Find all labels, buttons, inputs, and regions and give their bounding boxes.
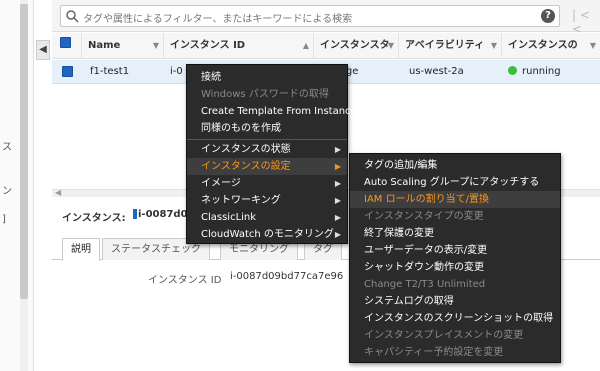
submenu-arrow-icon: ▶ [334, 230, 341, 239]
cell-instance-state: running [508, 60, 561, 84]
sort-icon: ▼ [490, 41, 497, 50]
instance-settings-submenu: タグの追加/編集 Auto Scaling グループにアタッチする IAM ロー… [349, 153, 561, 363]
nav-fragment: ン [2, 186, 12, 197]
menu-item-create-template[interactable]: Create Template From Instance [187, 103, 357, 120]
row-checkbox[interactable] [62, 66, 73, 77]
submenu-item-iam-role[interactable]: IAM ロールの割り当て/置換 [350, 191, 560, 208]
submenu-item-t2-t3-unlimited: Change T2/T3 Unlimited [364, 279, 486, 290]
column-header-name[interactable]: Name ▼ [82, 33, 164, 59]
sort-icon: ▼ [387, 41, 394, 50]
submenu-item-system-log[interactable]: システムログの取得 [350, 293, 560, 310]
menu-item-connect[interactable]: 接続 [187, 69, 347, 86]
submenu-item-shutdown-behavior[interactable]: シャットダウン動作の変更 [350, 259, 560, 276]
sort-icon: ▼ [152, 41, 159, 50]
collapse-panel-button[interactable]: ◀ [36, 40, 50, 60]
submenu-arrow-icon: ▶ [334, 213, 341, 222]
select-all-checkbox-cell[interactable] [52, 33, 82, 59]
pagination-first-prev[interactable]: |< < [572, 8, 600, 36]
submenu-item-screenshot[interactable]: インスタンスのスクリーンショットの取得 [350, 310, 560, 327]
menu-item-instance-settings[interactable]: インスタンスの設定 ▶ [187, 158, 347, 175]
submenu-arrow-icon: ▶ [334, 179, 341, 188]
submenu-arrow-icon: ▶ [334, 196, 341, 205]
submenu-item-capacity-reservation: キャパシティー予約設定を変更 [364, 347, 504, 358]
submenu-item-change-instance-type: インスタンスタイプの変更 [364, 211, 484, 222]
selection-marker-icon [133, 209, 137, 219]
running-status-icon [508, 66, 517, 75]
column-header-instance-state[interactable]: インスタンスの ▼ [502, 33, 600, 59]
menu-item-cloudwatch-monitoring[interactable]: CloudWatch のモニタリング ▶ [187, 226, 347, 243]
filter-bar: タグや属性によるフィルター、またはキーワードによる検索 ? |< < [52, 0, 600, 36]
left-scroll-thumb[interactable] [20, 4, 28, 299]
menu-item-classiclink[interactable]: ClassicLink ▶ [187, 209, 347, 226]
sort-asc-icon: ▲ [302, 41, 309, 50]
search-placeholder: タグや属性によるフィルター、またはキーワードによる検索 [83, 14, 353, 25]
instance-label: インスタンス: [62, 213, 126, 224]
cell-availability-zone: us-west-2a [409, 66, 464, 77]
submenu-item-termination-protection[interactable]: 終了保護の変更 [350, 225, 560, 242]
sort-icon: ▼ [589, 41, 596, 50]
table-header: Name ▼ インスタンス ID ▲ インスタンスタ ▼ アベイラビリティ ▼ インスタ… [52, 33, 600, 59]
submenu-arrow-icon: ▶ [334, 162, 341, 171]
search-input[interactable]: タグや属性によるフィルター、またはキーワードによる検索 ? [60, 5, 560, 27]
submenu-item-placement: インスタンスプレイスメントの変更 [364, 330, 524, 341]
column-header-instance-type[interactable]: インスタンスタ ▼ [314, 33, 399, 59]
help-icon[interactable]: ? [541, 9, 555, 23]
menu-item-networking[interactable]: ネットワーキング ▶ [187, 192, 347, 209]
row-checkbox-cell[interactable] [62, 60, 73, 84]
submenu-arrow-icon: ▶ [334, 145, 341, 154]
tab-description[interactable]: 説明 [62, 238, 100, 261]
column-header-instance-id[interactable]: インスタンス ID ▲ [164, 33, 314, 59]
scroll-left-icon[interactable]: ◀ [55, 188, 61, 197]
submenu-item-attach-autoscaling[interactable]: Auto Scaling グループにアタッチする [350, 174, 560, 191]
menu-divider [187, 139, 347, 140]
left-navigation-panel: ス ン ] [0, 0, 34, 371]
menu-item-get-windows-password: Windows パスワードの取得 [201, 89, 329, 100]
nav-fragment: ス [2, 142, 12, 153]
menu-item-instance-state[interactable]: インスタンスの状態 ▶ [187, 141, 347, 158]
submenu-item-user-data[interactable]: ユーザーデータの表示/変更 [350, 242, 560, 259]
nav-fragment: ] [2, 214, 6, 225]
cell-instance-id: i-0 [170, 66, 183, 77]
cell-name: f1-test1 [90, 66, 130, 77]
submenu-item-add-edit-tags[interactable]: タグの追加/編集 [350, 157, 560, 174]
column-header-availability-zone[interactable]: アベイラビリティ ▼ [399, 33, 502, 59]
select-all-checkbox[interactable] [60, 37, 71, 48]
menu-item-launch-more-like-this[interactable]: 同様のものを作成 [187, 120, 347, 137]
detail-instance-id-value: i-0087d09bd77ca7e96 [230, 271, 344, 282]
menu-item-image[interactable]: イメージ ▶ [187, 175, 347, 192]
search-icon [66, 10, 79, 23]
detail-instance-id-label: インスタンス ID [148, 275, 222, 286]
instance-context-menu: 接続 Windows パスワードの取得 Create Template From… [186, 64, 357, 244]
